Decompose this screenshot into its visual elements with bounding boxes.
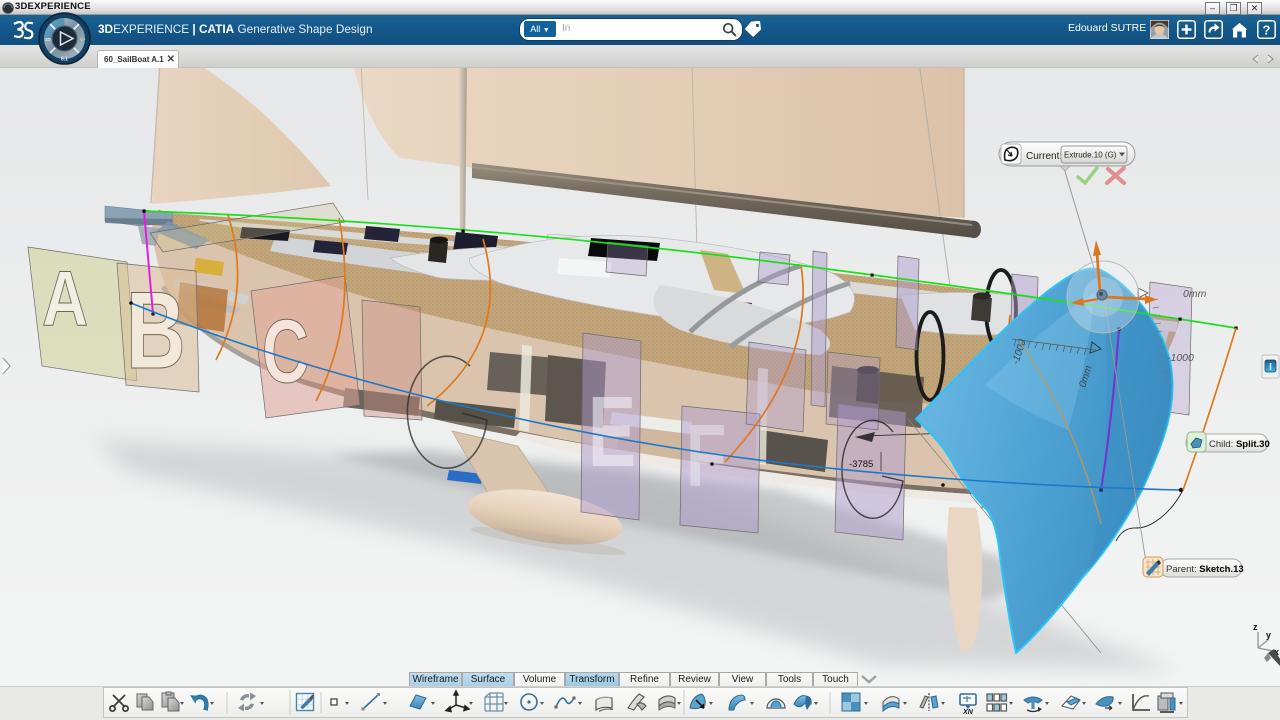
svg-text:0mm: 0mm xyxy=(1183,288,1207,300)
svg-text:C: C xyxy=(262,301,309,402)
svg-text:F: F xyxy=(686,408,726,505)
svg-text:?: ? xyxy=(1263,23,1271,38)
svg-text:A: A xyxy=(42,255,88,342)
svg-text:Child: Split.30: Child: Split.30 xyxy=(1209,439,1270,450)
svg-text:3D: 3D xyxy=(45,37,52,42)
svg-text:-3785: -3785 xyxy=(849,459,873,470)
svg-text:Parent: Sketch.13: Parent: Sketch.13 xyxy=(1166,564,1244,575)
svg-text:V+: V+ xyxy=(80,37,86,42)
svg-text:B: B xyxy=(126,268,186,391)
svg-text:y: y xyxy=(1266,630,1271,640)
svg-text:Extrude.10 (G): Extrude.10 (G) xyxy=(1064,151,1117,160)
svg-text:Current:: Current: xyxy=(1026,151,1062,162)
svg-text:-1000: -1000 xyxy=(1167,352,1194,364)
svg-text:XN: XN xyxy=(962,709,974,716)
svg-text:E: E xyxy=(588,376,636,487)
svg-text:z: z xyxy=(1253,622,1258,632)
svg-text:6.1: 6.1 xyxy=(61,57,68,63)
